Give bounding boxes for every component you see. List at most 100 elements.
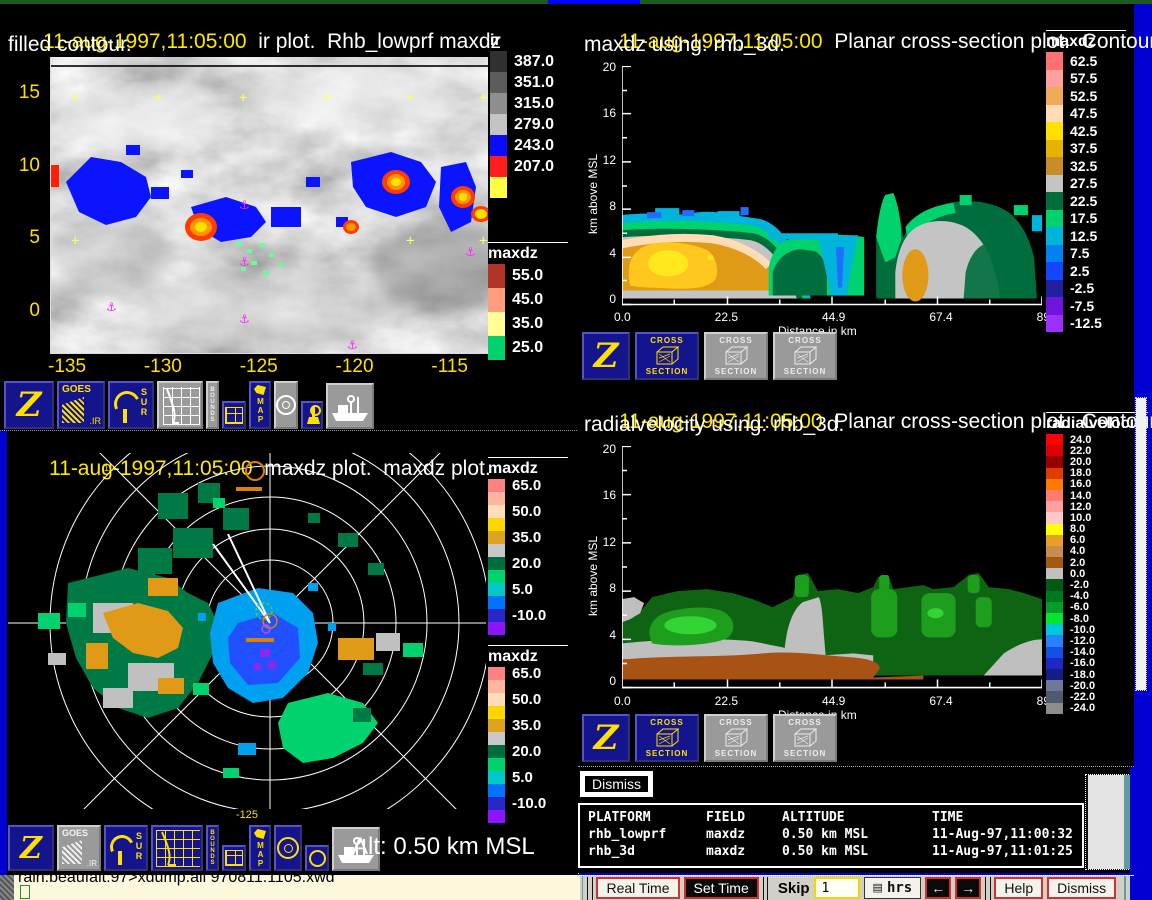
colorbar-value: 17.5 — [1063, 210, 1097, 226]
circle-icon[interactable] — [305, 845, 329, 871]
sur-label: SUR — [134, 831, 143, 861]
colorbar-value: 57.5 — [1063, 70, 1097, 86]
bounds-strip-icon[interactable]: BOUNDS — [206, 381, 219, 429]
radar-antenna-icon — [107, 832, 138, 863]
separator — [985, 877, 986, 900]
colorbar-swatch — [488, 479, 505, 492]
colorbar-row: 18.0 — [1046, 468, 1148, 479]
grid-icon[interactable] — [222, 401, 246, 429]
map-icon[interactable]: MAP — [249, 381, 271, 429]
separator — [587, 877, 588, 900]
colorbar-swatch — [1046, 52, 1063, 70]
skip-value-input[interactable] — [814, 877, 860, 899]
goes-ir-icon[interactable]: GOES .IR — [57, 825, 101, 871]
help-button[interactable]: Help — [994, 877, 1043, 899]
set-time-button[interactable]: Set Time — [684, 877, 759, 899]
colorbar-row: 2.0 — [1046, 557, 1148, 568]
colorbar-value: 10.0 — [1063, 512, 1091, 524]
table-cell: 0.50 km MSL — [782, 826, 932, 843]
zebra-logo-icon[interactable]: Z — [4, 381, 54, 429]
zebra-logo-icon[interactable]: Z — [8, 825, 54, 871]
colorbar-swatch — [488, 531, 505, 544]
colorbar-value: 315.0 — [507, 95, 554, 113]
ppi-ring-label: -125 — [236, 809, 258, 821]
colorbar-value: -24.0 — [1063, 702, 1095, 714]
section-label: SECTION — [784, 749, 827, 758]
axis-tick-label: 22.5 — [715, 310, 738, 324]
colorbar-value: 32.5 — [1063, 158, 1097, 174]
status-dismiss-button[interactable]: Dismiss — [580, 771, 653, 797]
ir-toolbar: Z GOES .IR SUR BOUNDS MAP — [4, 381, 374, 429]
status-scrollbar[interactable] — [1086, 775, 1130, 869]
step-forward-button[interactable]: → — [955, 877, 981, 899]
ppi-corner-label: 10 — [104, 463, 114, 473]
ppi-colorbar1-label: maxdz — [488, 457, 568, 479]
axis-tick-label: 4 — [594, 246, 616, 260]
zebra-logo-icon[interactable]: Z — [582, 714, 630, 762]
grid-icon[interactable] — [222, 845, 246, 871]
xs-radial-buttons: Z CROSS SECTION CROSS SECTION CROSS SECT… — [582, 714, 837, 762]
xs-maxdz-plot — [622, 66, 1042, 309]
bounds-grid-icon[interactable] — [157, 381, 203, 429]
axis-tick-label: -135 — [48, 356, 86, 378]
colorbar-row: 17.5 — [1046, 210, 1126, 228]
azimuth-icon[interactable] — [274, 825, 302, 871]
colorbar-swatch — [488, 336, 505, 360]
step-back-button[interactable]: ← — [925, 877, 951, 899]
colorbar-swatch — [488, 771, 505, 784]
goes-ir-sublabel: .IR — [89, 416, 101, 426]
xs-maxdz-buttons: Z CROSS SECTION CROSS SECTION CROSS SECT… — [582, 332, 837, 380]
colorbar-swatch — [488, 544, 505, 557]
map-icon[interactable]: MAP — [249, 825, 271, 871]
bounds-label: BOUNDS — [210, 830, 216, 866]
colorbar-value: -6.0 — [1063, 601, 1089, 613]
real-time-button[interactable]: Real Time — [596, 877, 679, 899]
goes-ir-icon[interactable]: GOES .IR — [57, 381, 105, 429]
colorbar-value: -8.0 — [1063, 613, 1089, 625]
colorbar-value: 2.5 — [1063, 263, 1089, 279]
colorbar-swatch — [488, 609, 505, 622]
maxdz-colorbar-block-tl: maxdz 55.045.035.025.0 — [488, 242, 568, 360]
sur-radar-icon[interactable]: SUR — [108, 381, 154, 429]
colorbar-swatch — [1046, 602, 1063, 613]
zebra-logo-icon[interactable]: Z — [582, 332, 630, 380]
table-cell: maxdz — [706, 843, 782, 860]
hrs-units-button[interactable]: ▤ hrs — [864, 877, 922, 899]
table-header-cell: FIELD — [706, 809, 782, 826]
cross-label: CROSS — [719, 718, 752, 727]
colorbar-row: 57.5 — [1046, 70, 1126, 88]
cross-section-button-1[interactable]: CROSS SECTION — [635, 332, 699, 380]
colorbar-swatch — [488, 622, 505, 635]
cross-section-button-2[interactable]: CROSS SECTION — [704, 714, 768, 762]
cross-section-button-2[interactable]: CROSS SECTION — [704, 332, 768, 380]
terminal-window[interactable]: rain:beaufait:97>xdump.all 970811.1105.x… — [14, 875, 580, 900]
sur-radar-icon[interactable]: SUR — [104, 825, 148, 871]
cross-section-button-3[interactable]: CROSS SECTION — [773, 332, 837, 380]
colorbar-swatch — [1046, 157, 1063, 175]
cross-section-button-1[interactable]: CROSS SECTION — [635, 714, 699, 762]
colorbar-swatch — [1046, 445, 1063, 456]
grid-glyph — [225, 407, 243, 424]
colorbar-value: 207.0 — [507, 158, 554, 176]
cross-label: CROSS — [650, 336, 683, 345]
buoy-icon[interactable] — [301, 401, 323, 429]
bounds-strip-icon[interactable]: BOUNDS — [206, 825, 219, 871]
colorbar-value: 22.5 — [1063, 193, 1097, 209]
bounds-grid-icon[interactable] — [151, 825, 203, 871]
menu-list-icon: ▤ — [873, 880, 883, 897]
colorbar-swatch — [1046, 512, 1063, 523]
colorbar-row: 22.0 — [1046, 445, 1148, 456]
colorbar-swatch — [488, 288, 505, 312]
azimuth-icon[interactable] — [274, 381, 298, 429]
right-edge-scrollbar[interactable] — [1136, 398, 1146, 690]
cross-section-button-3[interactable]: CROSS SECTION — [773, 714, 837, 762]
axis-tick-label: -120 — [336, 356, 374, 378]
svg-text:⚓: ⚓ — [239, 312, 250, 326]
colorbar-row: 4.0 — [1046, 546, 1148, 557]
colorbar-row: 22.5 — [1046, 192, 1126, 210]
colorbar-row: 8.0 — [1046, 524, 1148, 535]
axis-tick-label: -125 — [240, 356, 278, 378]
section-label: SECTION — [715, 749, 758, 758]
ship-icon[interactable] — [326, 383, 374, 429]
dismiss-button[interactable]: Dismiss — [1047, 877, 1116, 899]
